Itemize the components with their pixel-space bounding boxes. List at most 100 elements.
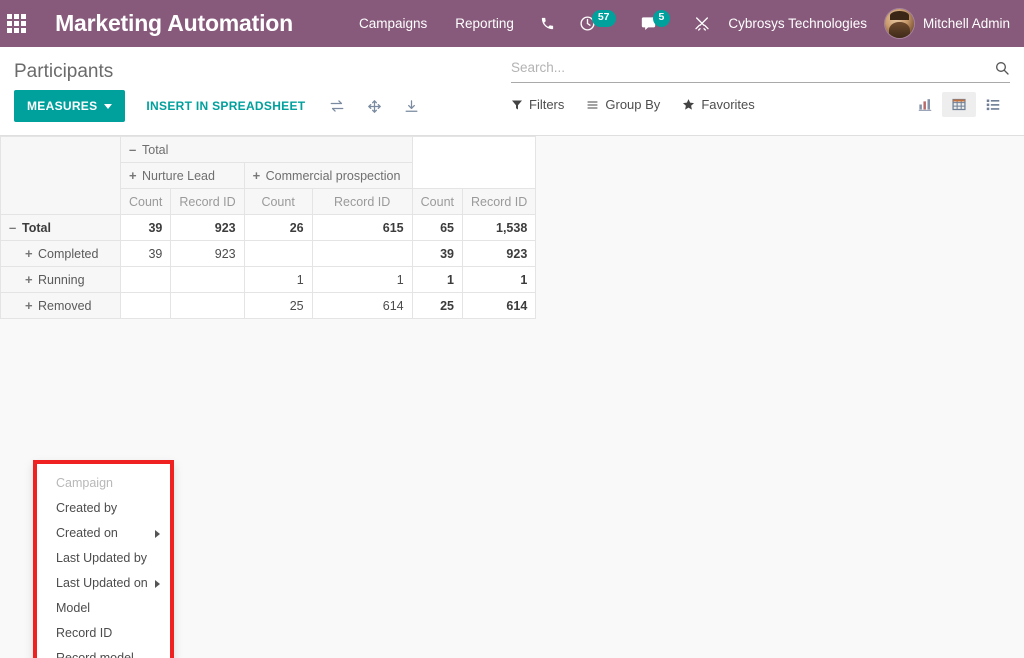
table-row: – Total 39 923 26 615 65 1,538 bbox=[0, 214, 537, 241]
cell-total-grand-count[interactable]: 65 bbox=[411, 214, 464, 241]
expand-plus-icon: + bbox=[129, 168, 137, 183]
favorites-dropdown[interactable]: Favorites bbox=[682, 97, 755, 112]
control-panel: Participants MEASURES INSERT IN SPREADSH… bbox=[0, 47, 1024, 136]
cell-total-commercial-recordid[interactable]: 615 bbox=[311, 214, 413, 241]
navbar-right-group: 57 5 Cybrosys Technologies Mitchell Admi… bbox=[528, 0, 1024, 47]
activities-button[interactable]: 57 bbox=[567, 0, 628, 47]
cell-completed-commercial-recordid[interactable] bbox=[311, 240, 413, 267]
col-group-total-header[interactable]: – Total bbox=[120, 136, 413, 163]
col-group-nurture-lead-header[interactable]: + Nurture Lead bbox=[120, 162, 245, 189]
dropdown-item-created-on[interactable]: Created on bbox=[37, 521, 170, 546]
content-area: – Total + Nurture Lead + Commercial prospec… bbox=[0, 136, 1024, 658]
dropdown-item-last-updated-by[interactable]: Last Updated by bbox=[37, 546, 170, 571]
cell-total-nurture-recordid[interactable]: 923 bbox=[170, 214, 245, 241]
filters-label: Filters bbox=[529, 97, 565, 112]
tools-button[interactable] bbox=[682, 0, 722, 47]
cell-completed-nurture-count[interactable]: 39 bbox=[119, 240, 172, 267]
dropdown-item-record-id[interactable]: Record ID bbox=[37, 621, 170, 646]
row-header-removed[interactable]: + Removed bbox=[0, 292, 121, 319]
pivot-body: – Total 39 923 26 615 65 1,538 + Completed… bbox=[0, 214, 537, 319]
table-row: + Completed 39 923 39 923 bbox=[0, 240, 537, 267]
group-by-dropdown[interactable]: Group By bbox=[586, 97, 660, 112]
cell-completed-grand-recordid[interactable]: 923 bbox=[461, 240, 537, 267]
group-by-lines-icon bbox=[586, 99, 599, 111]
page-title: Participants bbox=[14, 61, 114, 82]
apps-menu-button[interactable] bbox=[0, 0, 33, 47]
row-header-running[interactable]: + Running bbox=[0, 266, 121, 293]
dropdown-item-created-by[interactable]: Created by bbox=[37, 496, 170, 521]
dropdown-item-label: Created on bbox=[56, 526, 118, 540]
measures-button[interactable]: MEASURES bbox=[14, 90, 126, 122]
phone-button[interactable] bbox=[528, 0, 567, 47]
pivot-header-row-total: – Total bbox=[0, 136, 537, 215]
search-bar[interactable] bbox=[511, 58, 1010, 83]
cell-total-grand-recordid[interactable]: 1,538 bbox=[461, 214, 537, 241]
chevron-right-icon bbox=[155, 579, 160, 588]
cell-running-nurture-recordid[interactable] bbox=[170, 266, 245, 293]
company-name[interactable]: Cybrosys Technologies bbox=[722, 16, 879, 31]
cell-running-commercial-count[interactable]: 1 bbox=[243, 266, 313, 293]
user-menu-button[interactable]: Mitchell Admin bbox=[879, 9, 1010, 38]
favorites-label: Favorites bbox=[701, 97, 755, 112]
search-icon[interactable] bbox=[994, 60, 1010, 76]
flip-axis-button[interactable] bbox=[321, 93, 353, 119]
dropdown-item-model[interactable]: Model bbox=[37, 596, 170, 621]
groupby-dropdown-menu: Campaign Created by Created on Last Upda… bbox=[37, 464, 170, 658]
cell-removed-commercial-recordid[interactable]: 614 bbox=[311, 292, 413, 319]
dropdown-item-label: Campaign bbox=[56, 476, 113, 490]
messages-button[interactable]: 5 bbox=[628, 0, 683, 47]
cell-running-nurture-count[interactable] bbox=[119, 266, 172, 293]
measure-header-record-id[interactable]: Record ID bbox=[311, 188, 413, 215]
filters-dropdown[interactable]: Filters bbox=[511, 97, 564, 112]
pivot-view-button[interactable] bbox=[942, 92, 976, 117]
dropdown-item-label: Created by bbox=[56, 501, 118, 515]
top-navbar: Marketing Automation Campaigns Reporting… bbox=[0, 0, 1024, 47]
cell-removed-grand-recordid[interactable]: 614 bbox=[461, 292, 537, 319]
dropdown-item-record-model[interactable]: Record model bbox=[37, 646, 170, 658]
row-header-total[interactable]: – Total bbox=[0, 214, 121, 241]
cell-running-grand-count[interactable]: 1 bbox=[411, 266, 464, 293]
cell-completed-nurture-recordid[interactable]: 923 bbox=[170, 240, 245, 267]
cell-removed-nurture-count[interactable] bbox=[119, 292, 172, 319]
cell-running-commercial-recordid[interactable]: 1 bbox=[311, 266, 413, 293]
search-input[interactable] bbox=[511, 58, 994, 77]
list-view-button[interactable] bbox=[976, 92, 1010, 117]
wrench-tools-icon bbox=[694, 16, 710, 32]
row-label-running: Running bbox=[38, 273, 85, 287]
row-header-completed[interactable]: + Completed bbox=[0, 240, 121, 267]
cell-removed-grand-count[interactable]: 25 bbox=[411, 292, 464, 319]
cell-removed-nurture-recordid[interactable] bbox=[170, 292, 245, 319]
group-by-label: Group By bbox=[605, 97, 661, 112]
view-switcher bbox=[908, 92, 1010, 117]
dropdown-item-last-updated-on[interactable]: Last Updated on bbox=[37, 571, 170, 596]
cell-running-grand-recordid[interactable]: 1 bbox=[461, 266, 537, 293]
nav-item-reporting[interactable]: Reporting bbox=[441, 0, 528, 47]
cell-total-nurture-count[interactable]: 39 bbox=[119, 214, 172, 241]
dropdown-item-label: Record ID bbox=[56, 626, 113, 640]
pivot-table-container: – Total + Nurture Lead + Commercial prospec… bbox=[0, 136, 537, 319]
measure-header-count[interactable]: Count bbox=[119, 188, 172, 215]
pivot-head: – Total + Nurture Lead + Commercial prospec… bbox=[0, 136, 537, 215]
graph-view-button[interactable] bbox=[908, 92, 942, 117]
nav-item-campaigns[interactable]: Campaigns bbox=[345, 0, 441, 47]
dropdown-item-label: Model bbox=[56, 601, 91, 615]
cell-total-commercial-count[interactable]: 26 bbox=[243, 214, 313, 241]
insert-in-spreadsheet-button[interactable]: INSERT IN SPREADSHEET bbox=[136, 90, 315, 122]
download-xlsx-button[interactable] bbox=[396, 93, 427, 120]
app-brand-title[interactable]: Marketing Automation bbox=[55, 10, 293, 37]
cell-completed-grand-count[interactable]: 39 bbox=[411, 240, 464, 267]
activities-count-badge: 57 bbox=[591, 10, 616, 27]
list-icon bbox=[985, 97, 1001, 112]
table-row: + Running 1 1 1 1 bbox=[0, 266, 537, 293]
cell-completed-commercial-count[interactable] bbox=[243, 240, 313, 267]
expand-all-button[interactable] bbox=[359, 93, 390, 120]
measure-header-record-id-total[interactable]: Record ID bbox=[461, 188, 537, 215]
col-group-commercial-prospection-header[interactable]: + Commercial prospection bbox=[243, 162, 413, 189]
avatar bbox=[884, 9, 914, 38]
filter-funnel-icon bbox=[511, 99, 523, 111]
measure-header-record-id[interactable]: Record ID bbox=[170, 188, 245, 215]
chevron-down-icon bbox=[104, 103, 113, 109]
cell-removed-commercial-count[interactable]: 25 bbox=[243, 292, 313, 319]
measure-header-count[interactable]: Count bbox=[243, 188, 313, 215]
measure-header-count-total[interactable]: Count bbox=[411, 188, 464, 215]
